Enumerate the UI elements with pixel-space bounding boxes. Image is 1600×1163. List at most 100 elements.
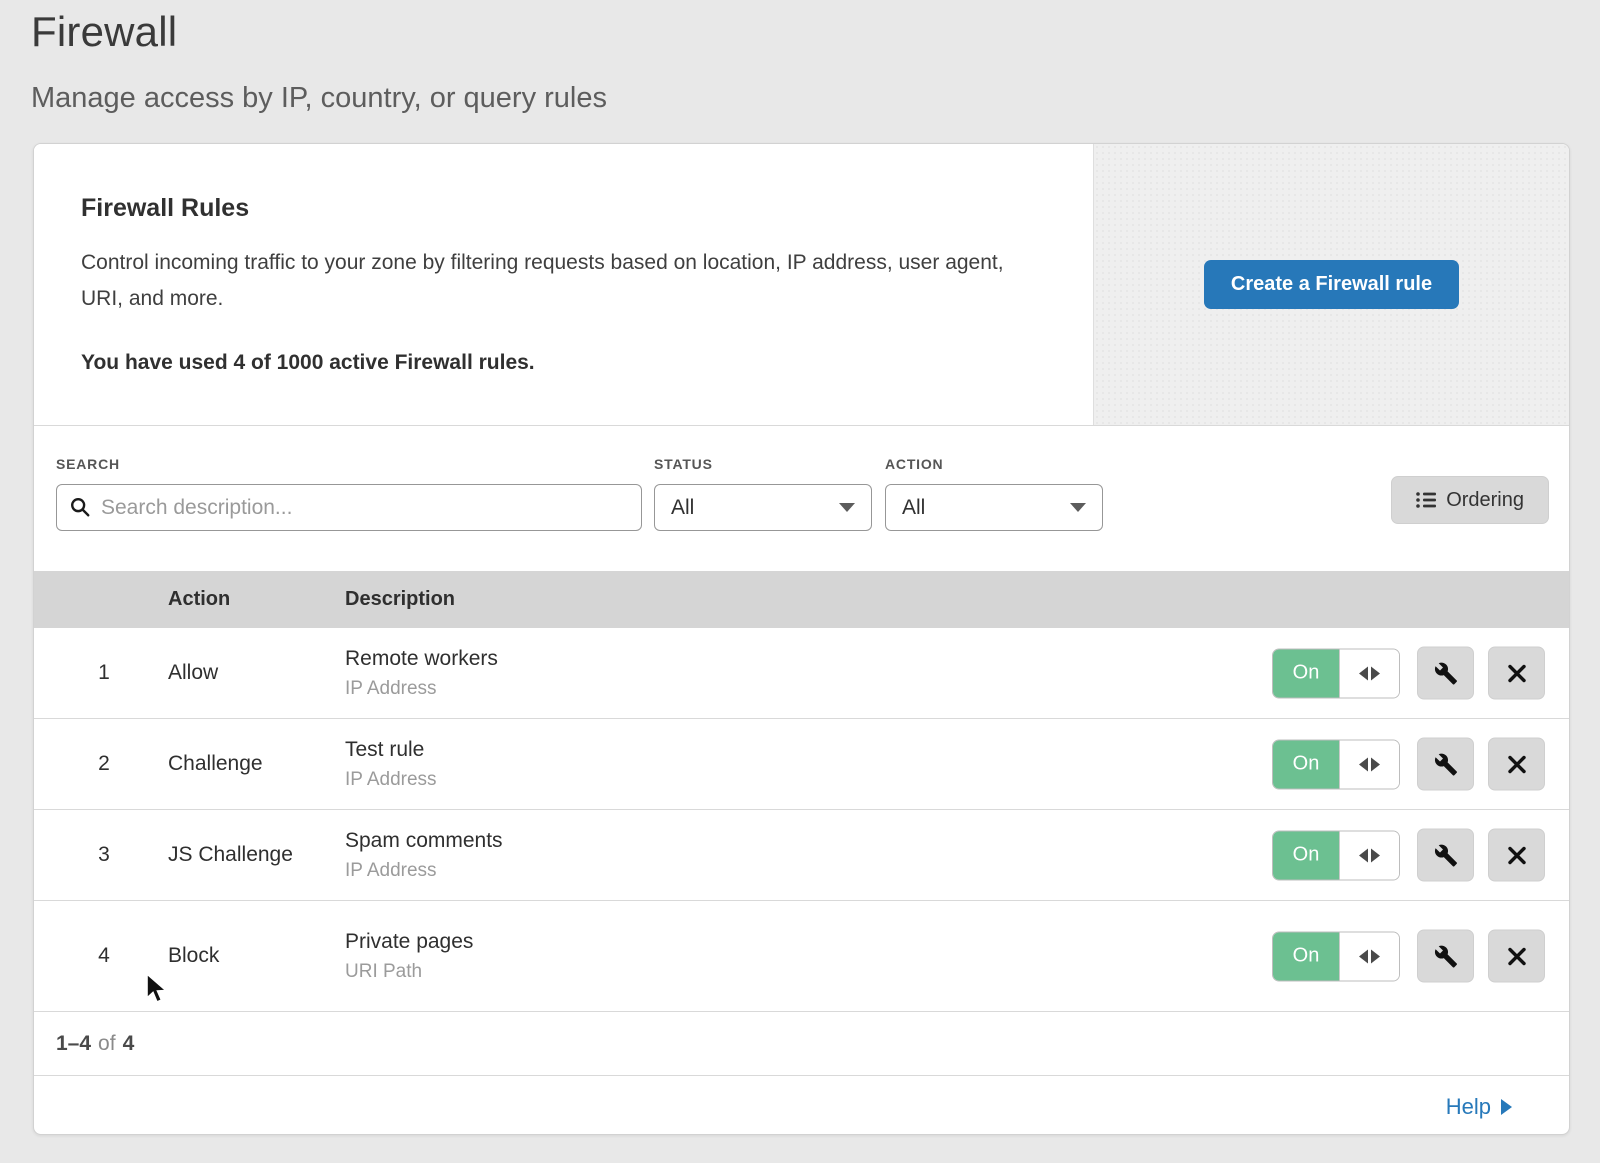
- search-filter-group: SEARCH: [56, 456, 642, 531]
- action-selected-value: All: [902, 496, 925, 520]
- rule-toggle: On: [1272, 739, 1400, 789]
- arrow-left-icon: [1359, 949, 1368, 963]
- arrow-right-icon: [1371, 666, 1380, 680]
- column-header-action: Action: [168, 588, 345, 611]
- action-select[interactable]: All: [885, 484, 1103, 531]
- page-header: Firewall Manage access by IP, country, o…: [31, 8, 607, 115]
- rule-description: Remote workers IP Address: [345, 647, 498, 700]
- rule-match-field: URI Path: [345, 961, 473, 983]
- rule-description: Spam comments IP Address: [345, 829, 503, 882]
- table-row: 4 Block Private pages URI Path On: [34, 901, 1569, 1012]
- toggle-on-button[interactable]: On: [1273, 932, 1339, 980]
- status-label: STATUS: [654, 456, 872, 472]
- action-label: ACTION: [885, 456, 1103, 472]
- arrow-right-icon: [1371, 949, 1380, 963]
- chevron-down-icon: [1070, 503, 1086, 512]
- rule-match-field: IP Address: [345, 678, 498, 700]
- section-title: Firewall Rules: [81, 194, 1053, 223]
- delete-rule-button[interactable]: [1488, 738, 1545, 791]
- toggle-handle[interactable]: [1339, 740, 1399, 788]
- filter-bar: SEARCH STATUS All ACTION All: [34, 426, 1569, 571]
- arrow-right-icon: [1371, 848, 1380, 862]
- arrow-left-icon: [1359, 757, 1368, 771]
- wrench-icon: [1434, 752, 1458, 776]
- table-header: Action Description: [34, 571, 1569, 628]
- row-controls: On: [1272, 930, 1545, 983]
- arrow-left-icon: [1359, 666, 1368, 680]
- toggle-handle[interactable]: [1339, 831, 1399, 879]
- delete-rule-button[interactable]: [1488, 930, 1545, 983]
- toggle-on-button[interactable]: On: [1273, 649, 1339, 697]
- table-row: 3 JS Challenge Spam comments IP Address …: [34, 810, 1569, 901]
- row-controls: On: [1272, 829, 1545, 882]
- rule-toggle: On: [1272, 830, 1400, 880]
- edit-rule-button[interactable]: [1417, 738, 1474, 791]
- rule-action: JS Challenge: [168, 843, 345, 867]
- table-row: 2 Challenge Test rule IP Address On: [34, 719, 1569, 810]
- ordering-button-label: Ordering: [1446, 489, 1524, 512]
- rule-description-title: Test rule: [345, 738, 437, 762]
- pagination-of: of: [98, 1032, 116, 1056]
- delete-rule-button[interactable]: [1488, 647, 1545, 700]
- edit-rule-button[interactable]: [1417, 829, 1474, 882]
- rule-priority: 2: [79, 752, 129, 776]
- row-controls: On: [1272, 647, 1545, 700]
- toggle-handle[interactable]: [1339, 649, 1399, 697]
- ordering-button[interactable]: Ordering: [1391, 476, 1549, 524]
- rule-description-title: Spam comments: [345, 829, 503, 853]
- create-rule-panel: Create a Firewall rule: [1093, 144, 1569, 425]
- toggle-handle[interactable]: [1339, 932, 1399, 980]
- wrench-icon: [1434, 944, 1458, 968]
- chevron-down-icon: [839, 503, 855, 512]
- pagination-bar: 1–4 of 4: [34, 1012, 1569, 1076]
- rule-action: Block: [168, 944, 345, 968]
- row-controls: On: [1272, 738, 1545, 791]
- rule-priority: 4: [79, 944, 129, 968]
- status-select[interactable]: All: [654, 484, 872, 531]
- rule-toggle: On: [1272, 648, 1400, 698]
- search-input[interactable]: [56, 484, 642, 531]
- arrow-left-icon: [1359, 848, 1368, 862]
- page-subtitle: Manage access by IP, country, or query r…: [31, 82, 607, 115]
- toggle-on-button[interactable]: On: [1273, 831, 1339, 879]
- summary-section: Firewall Rules Control incoming traffic …: [34, 144, 1569, 426]
- search-icon: [69, 496, 91, 518]
- rule-description: Private pages URI Path: [345, 930, 473, 983]
- rule-priority: 1: [79, 661, 129, 685]
- edit-rule-button[interactable]: [1417, 647, 1474, 700]
- rule-description-title: Remote workers: [345, 647, 498, 671]
- rule-match-field: IP Address: [345, 769, 437, 791]
- rule-action: Challenge: [168, 752, 345, 776]
- summary-text-block: Firewall Rules Control incoming traffic …: [34, 144, 1093, 425]
- usage-count: You have used 4 of 1000 active Firewall …: [81, 351, 1053, 375]
- rule-match-field: IP Address: [345, 860, 503, 882]
- firewall-rules-card: Firewall Rules Control incoming traffic …: [33, 143, 1570, 1135]
- status-selected-value: All: [671, 496, 694, 520]
- create-firewall-rule-button[interactable]: Create a Firewall rule: [1204, 260, 1459, 309]
- arrow-right-icon: [1371, 757, 1380, 771]
- ordered-list-icon: [1416, 491, 1436, 509]
- action-filter-group: ACTION All: [885, 456, 1103, 531]
- toggle-on-button[interactable]: On: [1273, 740, 1339, 788]
- rule-description: Test rule IP Address: [345, 738, 437, 791]
- delete-rule-button[interactable]: [1488, 829, 1545, 882]
- wrench-icon: [1434, 843, 1458, 867]
- rule-action: Allow: [168, 661, 345, 685]
- close-icon: [1506, 945, 1528, 967]
- column-header-description: Description: [345, 588, 455, 611]
- page-title: Firewall: [31, 8, 607, 56]
- caret-right-icon: [1501, 1099, 1512, 1115]
- edit-rule-button[interactable]: [1417, 930, 1474, 983]
- section-description: Control incoming traffic to your zone by…: [81, 245, 1026, 317]
- rule-toggle: On: [1272, 931, 1400, 981]
- close-icon: [1506, 844, 1528, 866]
- status-filter-group: STATUS All: [654, 456, 872, 531]
- table-row: 1 Allow Remote workers IP Address On: [34, 628, 1569, 719]
- close-icon: [1506, 753, 1528, 775]
- card-footer: Help: [34, 1076, 1569, 1135]
- rule-description-title: Private pages: [345, 930, 473, 954]
- help-link[interactable]: Help: [1446, 1094, 1512, 1120]
- wrench-icon: [1434, 661, 1458, 685]
- search-label: SEARCH: [56, 456, 642, 472]
- help-link-label: Help: [1446, 1094, 1491, 1120]
